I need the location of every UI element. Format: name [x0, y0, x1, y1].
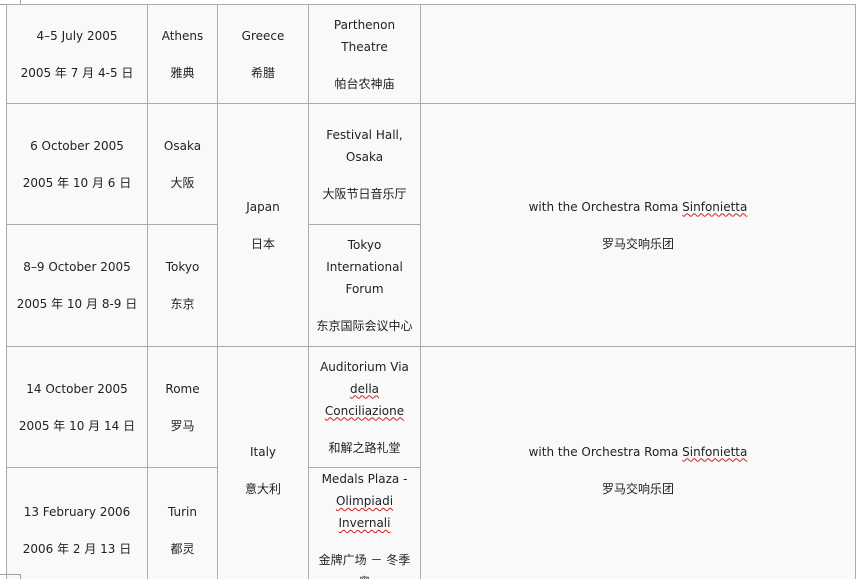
notes-chinese: 罗马交响乐团: [601, 481, 674, 496]
country-chinese: 日本: [250, 236, 275, 251]
table-row: 4–5 July 2005 2005 年 7 月 4-5 日 Athens 雅典…: [6, 4, 856, 104]
country-english: Japan: [246, 199, 280, 214]
date-chinese: 2005 年 10 月 6 日: [22, 175, 132, 190]
date-cell: 14 October 2005 2005 年 10 月 14 日: [6, 346, 148, 468]
city-english: Osaka: [163, 138, 202, 153]
date-cell: 6 October 2005 2005 年 10 月 6 日: [6, 103, 148, 225]
date-english: 14 October 2005: [26, 381, 128, 396]
venue-english-line2: Forum: [345, 282, 384, 296]
venue-english-line2: Olimpiadi Invernali: [335, 494, 394, 530]
date-cell: 4–5 July 2005 2005 年 7 月 4-5 日: [6, 4, 148, 104]
city-chinese: 都灵: [170, 542, 195, 556]
country-english: Greece: [241, 28, 285, 43]
venue-english-line2: della Conciliazione: [324, 381, 405, 418]
venue-english-line2: Osaka: [345, 149, 384, 164]
document-page: 4–5 July 2005 2005 年 7 月 4-5 日 Athens 雅典…: [0, 0, 863, 579]
spellcheck-marked-word: Sinfonietta: [682, 444, 748, 459]
venue-english-line1: Festival Hall,: [326, 127, 403, 142]
spellcheck-marked-word: Sinfonietta: [682, 199, 748, 214]
venue-cell: Medals Plaza - Olimpiadi Invernali 金牌广场 …: [308, 467, 421, 579]
country-cell: Greece 希腊: [217, 4, 309, 104]
country-cell-japan: Japan 日本: [217, 103, 309, 347]
table-corner-marker: [0, 574, 21, 579]
table-row: 6 October 2005 2005 年 10 月 6 日 Osaka 大阪 …: [6, 103, 856, 347]
date-english: 6 October 2005: [30, 138, 124, 153]
notes-english-text: with the Orchestra Roma: [528, 444, 683, 459]
venue-chinese: 东京国际会议中心: [316, 319, 413, 333]
city-cell: Athens 雅典: [147, 4, 218, 104]
city-english: Turin: [168, 505, 197, 519]
notes-cell: [420, 4, 856, 104]
city-cell: Rome 罗马: [147, 346, 218, 468]
city-cell: Turin 都灵: [147, 467, 218, 579]
venue-english: Parthenon Theatre: [333, 17, 396, 54]
date-chinese: 2006 年 2 月 13 日: [22, 542, 132, 556]
city-cell: Osaka 大阪: [147, 103, 218, 225]
date-cell: 13 February 2006 2006 年 2 月 13 日: [6, 467, 148, 579]
notes-english-text: with the Orchestra Roma: [528, 199, 683, 214]
venue-chinese: 和解之路礼堂: [328, 440, 401, 455]
date-chinese: 2005 年 10 月 14 日: [18, 418, 136, 433]
venue-english-line1: Auditorium Via: [320, 359, 409, 374]
country-cell-italy: Italy 意大利: [217, 346, 309, 579]
notes-cell-italy: with the Orchestra Roma Sinfonietta 罗马交响…: [420, 346, 856, 579]
date-english: 4–5 July 2005: [36, 28, 118, 43]
venue-chinese: 大阪节日音乐厅: [322, 186, 407, 201]
table-row: 14 October 2005 2005 年 10 月 14 日 Rome 罗马…: [6, 346, 856, 579]
venue-cell: Tokyo International Forum 东京国际会议中心: [308, 224, 421, 347]
notes-chinese: 罗马交响乐团: [601, 236, 674, 251]
date-english: 8–9 October 2005: [23, 260, 131, 274]
country-chinese: 希腊: [250, 65, 275, 80]
city-chinese: 东京: [170, 297, 195, 311]
venue-cell: Festival Hall, Osaka 大阪节日音乐厅: [308, 103, 421, 225]
venue-chinese: 金牌广场 － 冬季奥: [318, 553, 411, 579]
venue-chinese: 帕台农神庙: [334, 76, 395, 91]
venue-english-line1: Tokyo International: [326, 238, 403, 274]
date-chinese: 2005 年 10 月 8-9 日: [16, 297, 138, 311]
country-chinese: 意大利: [244, 481, 281, 496]
city-english: Tokyo: [165, 260, 200, 274]
notes-cell-japan: with the Orchestra Roma Sinfonietta 罗马交响…: [420, 103, 856, 347]
notes-english: with the Orchestra Roma Sinfonietta: [425, 441, 851, 463]
venue-cell: Parthenon Theatre 帕台农神庙: [308, 4, 421, 104]
city-chinese: 大阪: [170, 175, 195, 190]
concert-table: 4–5 July 2005 2005 年 7 月 4-5 日 Athens 雅典…: [6, 4, 856, 579]
date-chinese: 2005 年 7 月 4-5 日: [20, 65, 134, 80]
city-english: Rome: [165, 381, 200, 396]
country-english: Italy: [249, 444, 277, 459]
notes-english: with the Orchestra Roma Sinfonietta: [425, 196, 851, 218]
date-cell: 8–9 October 2005 2005 年 10 月 8-9 日: [6, 224, 148, 347]
city-cell: Tokyo 东京: [147, 224, 218, 347]
city-english: Athens: [161, 28, 204, 43]
date-english: 13 February 2006: [23, 505, 131, 519]
city-chinese: 雅典: [170, 65, 195, 80]
venue-english-line1: Medals Plaza -: [321, 472, 408, 486]
city-chinese: 罗马: [170, 418, 195, 433]
venue-cell: Auditorium Via della Conciliazione 和解之路礼…: [308, 346, 421, 468]
